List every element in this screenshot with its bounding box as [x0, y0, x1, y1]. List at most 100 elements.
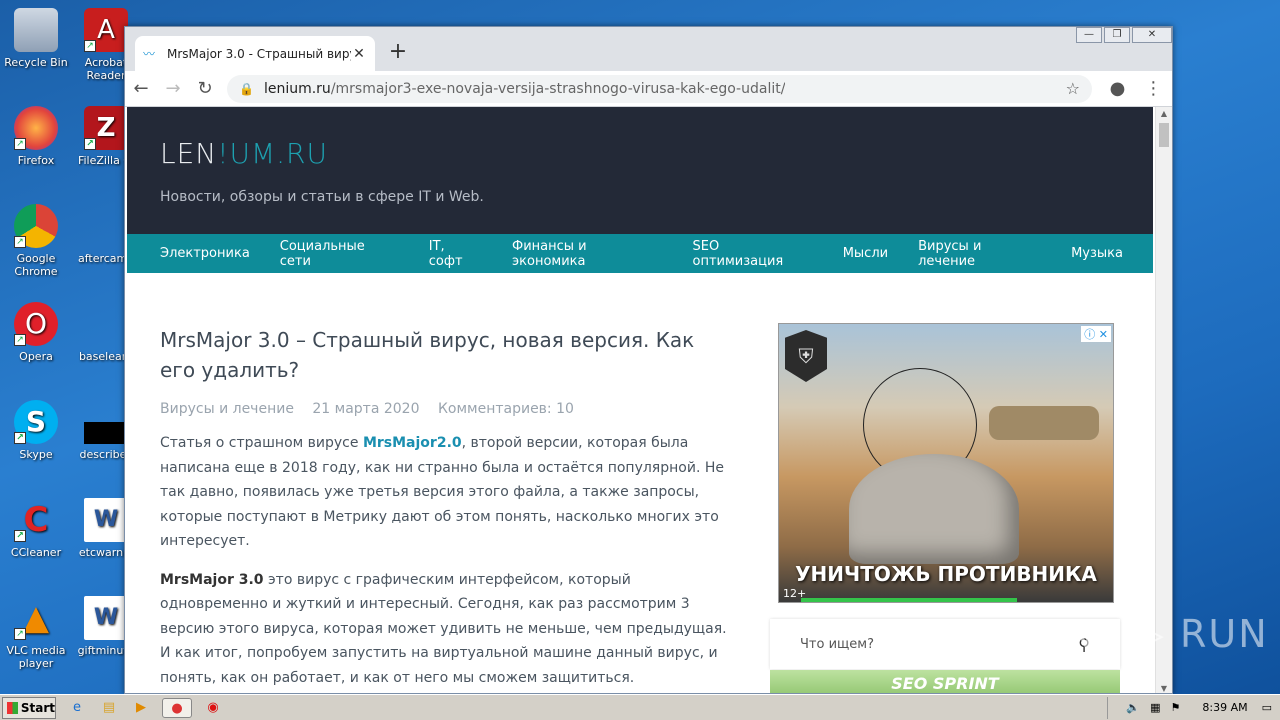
browser-titlebar: 〰 MrsMajor 3.0 - Страшный вирус, но ✕ + … [125, 27, 1172, 71]
word-doc-icon: W [84, 596, 128, 640]
start-label: Start [20, 700, 55, 715]
wot-logo-icon: ⛨ [785, 330, 827, 382]
nav-item-music[interactable]: Музыка [1071, 246, 1123, 261]
ad-progress-bar [801, 598, 1017, 602]
mrsmajor2-link[interactable]: MrsMajor2.0 [363, 435, 462, 451]
desktop-icon-label: Skype [19, 448, 53, 461]
bold-term: MrsMajor 3.0 [160, 571, 264, 588]
nav-item-electronics[interactable]: Электроника [160, 246, 250, 261]
filezilla-icon: Z ↗ [84, 106, 128, 150]
chrome-icon: ↗ [14, 204, 58, 248]
firefox-icon: ↗ [14, 106, 58, 150]
desktop-icon-label: Google Chrome [14, 252, 58, 278]
text-span: Статья о страшном вирусе [160, 435, 363, 451]
nav-item-seo[interactable]: SEO оптимизация [693, 239, 813, 269]
scroll-down-arrow-icon[interactable]: ▼ [1156, 684, 1172, 693]
nav-item-viruses[interactable]: Вирусы и лечение [918, 239, 1041, 269]
anyrun-watermark: ANY ▷ RUN [1037, 612, 1269, 656]
page-scrollbar[interactable]: ▲ ▼ [1155, 107, 1172, 693]
site-logo[interactable]: LEN!UM.RU [160, 137, 328, 170]
minimize-button[interactable]: — [1076, 27, 1102, 43]
desktop-icon-label: CCleaner [10, 546, 62, 559]
volume-icon[interactable]: 🔈 [1126, 701, 1140, 714]
restore-button[interactable]: ❐ [1104, 27, 1130, 43]
article-category-link[interactable]: Вирусы и лечение [160, 401, 294, 417]
window-controls: — ❐ ✕ [1074, 27, 1172, 43]
nav-item-it-soft[interactable]: IT, софт [429, 239, 482, 269]
scrollbar-thumb[interactable] [1159, 123, 1169, 147]
desktop-icon-opera[interactable]: O ↗ Opera [0, 302, 72, 363]
desktop-icon-skype[interactable]: S ↗ Skype [0, 400, 72, 461]
skype-icon: S ↗ [14, 400, 58, 444]
logo-text-part-2: UM.RU [229, 137, 328, 170]
desktop-icon-firefox[interactable]: ↗ Firefox [0, 106, 72, 167]
bookmark-star-icon[interactable]: ☆ [1066, 79, 1080, 98]
media-player-icon[interactable]: ▶ [130, 698, 152, 718]
new-tab-button[interactable]: + [387, 39, 409, 64]
desktop-icon-chrome[interactable]: ↗ Google Chrome [0, 204, 72, 278]
scroll-up-arrow-icon[interactable]: ▲ [1156, 109, 1172, 118]
main-nav: Электроника Социальные сети IT, софт Фин… [127, 234, 1153, 273]
tab-close-icon[interactable]: ✕ [351, 46, 367, 62]
sidebar-ad-banner[interactable]: ⛨ УНИЧТОЖЬ ПРОТИВНИКА 12+ ⓘ ✕ [778, 323, 1114, 603]
page-viewport: LEN!UM.RU Новости, обзоры и статьи в сфе… [125, 107, 1155, 693]
close-window-button[interactable]: ✕ [1132, 27, 1172, 43]
network-icon[interactable]: ▦ [1150, 701, 1160, 714]
url-path: /mrsmajor3-exe-novaja-versija-strashnogo… [330, 80, 786, 97]
lock-icon: 🔒 [239, 81, 254, 96]
ad-tank-turret [849, 454, 1019, 564]
tab-title: MrsMajor 3.0 - Страшный вирус, но [167, 46, 351, 61]
logo-text-part-1: LEN [160, 137, 218, 170]
article-title[interactable]: MrsMajor 3.0 – Страшный вирус, новая вер… [160, 325, 730, 385]
desktop-icon-label: VLC media player [6, 644, 66, 670]
acrobat-icon: A ↗ [84, 8, 128, 52]
text-span: это вирус с графическим интерфейсом, кот… [160, 571, 727, 686]
explorer-folder-icon[interactable]: ▤ [98, 698, 120, 718]
adchoices-icon[interactable]: ⓘ ✕ [1081, 326, 1111, 342]
address-bar[interactable]: 🔒 lenium.ru /mrsmajor3-exe-novaja-versij… [227, 74, 1092, 103]
site-favicon-icon: 〰 [143, 46, 156, 61]
profile-avatar-icon[interactable]: ● [1110, 78, 1126, 99]
opera-icon: O ↗ [14, 302, 58, 346]
desktop-icon-ccleaner[interactable]: C ↗ CCleaner [0, 498, 72, 559]
browser-toolbar: ← → ↻ 🔒 lenium.ru /mrsmajor3-exe-novaja-… [125, 71, 1172, 107]
nav-item-social[interactable]: Социальные сети [280, 239, 399, 269]
article-paragraph: Статья о страшном вирусе MrsMajor2.0, вт… [160, 431, 730, 554]
desktop-icon-vlc[interactable]: ▲ ↗ VLC media player [0, 596, 72, 670]
vlc-icon: ▲ ↗ [14, 596, 58, 640]
reload-icon[interactable]: ↻ [189, 78, 221, 99]
opera-taskbar-icon[interactable]: ◉ [202, 698, 224, 718]
forward-arrow-icon[interactable]: → [157, 78, 189, 99]
article: MrsMajor 3.0 – Страшный вирус, новая вер… [160, 325, 730, 690]
system-tray: 🔈 ▦ ⚑ 8:39 AM ▭ [1107, 696, 1280, 719]
menu-kebab-icon[interactable]: ⋮ [1144, 78, 1162, 99]
desktop-icon-label: Firefox [17, 154, 55, 167]
desktop-icon-recycle-bin[interactable]: Recycle Bin [0, 8, 72, 69]
tab-active[interactable]: 〰 MrsMajor 3.0 - Страшный вирус, но ✕ [135, 36, 375, 71]
clock[interactable]: 8:39 AM [1202, 701, 1247, 714]
seo-sprint-banner[interactable]: SEO SPRINT [770, 670, 1120, 693]
nav-item-thoughts[interactable]: Мысли [843, 246, 888, 261]
action-center-flag-icon[interactable]: ⚑ [1171, 701, 1181, 714]
url-host: lenium.ru [263, 80, 331, 97]
article-comments-link[interactable]: Комментариев: 10 [438, 401, 574, 417]
word-doc-icon: W [84, 498, 128, 542]
start-button[interactable]: Start [2, 696, 56, 719]
site-tagline: Новости, обзоры и статьи в сфере IT и We… [160, 189, 484, 205]
toolbar-right: ● ⋮ [1100, 78, 1172, 99]
taskbar: Start e ▤ ▶ ● ◉ 🔈 ▦ ⚑ 8:39 AM ▭ [0, 694, 1280, 720]
ie-icon[interactable]: e [66, 698, 88, 718]
back-arrow-icon[interactable]: ← [125, 78, 157, 99]
show-desktop-icon[interactable]: ▭ [1262, 701, 1272, 714]
desktop-icon-label: Opera [19, 350, 53, 363]
article-paragraph: MrsMajor 3.0 это вирус с графическим инт… [160, 568, 730, 691]
chrome-taskbar-icon[interactable]: ● [162, 697, 192, 718]
file-icon [84, 302, 128, 346]
file-icon [84, 422, 128, 444]
nav-item-finance[interactable]: Финансы и экономика [512, 239, 663, 269]
ccleaner-icon: C ↗ [14, 498, 58, 542]
text-span: , второй версии, которая была написана е… [160, 435, 724, 549]
article-meta: Вирусы и лечение 21 марта 2020 Комментар… [160, 401, 730, 417]
browser-window: 〰 MrsMajor 3.0 - Страшный вирус, но ✕ + … [124, 26, 1173, 694]
ad-tank-background [989, 406, 1099, 440]
